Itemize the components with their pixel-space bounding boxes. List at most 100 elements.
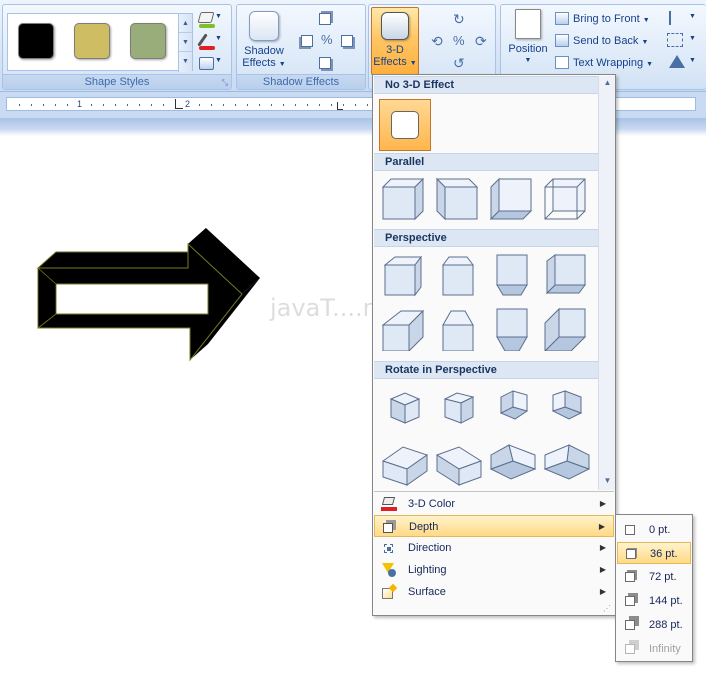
group-icon[interactable]: [667, 33, 683, 47]
rotate-cube-3-icon: [499, 390, 529, 420]
3d-effects-button[interactable]: 3-D Effects ▼: [371, 7, 419, 75]
menu-lighting[interactable]: Lighting ▶: [374, 559, 614, 581]
nudge-shadow-left-icon[interactable]: [301, 35, 313, 47]
resize-grip-icon[interactable]: ⋰: [603, 604, 611, 613]
depth-0pt[interactable]: 0 pt.: [617, 519, 691, 541]
shape-fill-button[interactable]: ▼: [197, 11, 222, 31]
paint-bucket-icon: [381, 497, 397, 511]
rotate-option-5[interactable]: [379, 437, 429, 486]
dialog-launcher-icon[interactable]: ⤡: [222, 78, 228, 88]
rotate-option-8[interactable]: [541, 437, 591, 485]
gallery-down-icon[interactable]: ▼: [179, 33, 192, 52]
shape-outline-button[interactable]: ▼: [197, 33, 222, 53]
perspective-header: Perspective: [374, 229, 598, 247]
ruler-number: 1: [77, 99, 83, 109]
depth-submenu: 0 pt. 36 pt. 72 pt. 144 pt. 288 pt. Infi…: [615, 514, 693, 662]
tilt-down-icon[interactable]: ↺: [453, 55, 465, 72]
perspective-option-7[interactable]: [487, 305, 535, 353]
tab-stop-marker[interactable]: [175, 99, 183, 109]
3d-effects-icon: [381, 12, 409, 40]
depth-288-icon: [625, 620, 635, 630]
scroll-down-icon[interactable]: ▼: [599, 476, 616, 488]
gallery-up-icon[interactable]: ▲: [179, 14, 192, 33]
depth-infinity: Infinity: [617, 638, 691, 660]
menu-direction[interactable]: Direction ▶: [374, 537, 614, 559]
shape-styles-group: ▲ ▼ ▼ ▼ ▼ ▼ Shape Styles ⤡: [2, 4, 232, 90]
change-shape-button[interactable]: ▼: [197, 55, 222, 75]
rotate-option-1[interactable]: [379, 383, 427, 431]
depth-72pt[interactable]: 72 pt.: [617, 566, 691, 588]
perspective-cube-3-icon: [496, 254, 528, 296]
shadow-effects-group: Shadow Effects ▼ % Shadow Effects: [236, 4, 366, 90]
align-icon[interactable]: [669, 11, 683, 25]
rotate-cube-7-icon: [489, 444, 537, 480]
perspective-option-2[interactable]: [433, 251, 481, 299]
perspective-cube-7-icon: [496, 308, 528, 351]
rotate-cube-1-icon: [389, 392, 421, 424]
rotate-option-3[interactable]: [487, 383, 535, 431]
depth-36pt[interactable]: 36 pt.: [617, 542, 691, 564]
3d-arrow-shape[interactable]: [30, 222, 270, 362]
shape-style-black[interactable]: [18, 23, 54, 59]
text-wrapping-icon: [555, 56, 569, 69]
nudge-shadow-up-icon[interactable]: [319, 13, 331, 25]
position-button[interactable]: Position ▼: [505, 9, 551, 67]
depth-288pt[interactable]: 288 pt.: [617, 614, 691, 636]
tilt-left-icon[interactable]: ⟲: [431, 33, 443, 50]
shadow-toggle-icon[interactable]: %: [321, 33, 335, 47]
tilt-up-icon[interactable]: ↻: [453, 11, 465, 28]
send-to-back-icon: [555, 34, 569, 47]
surface-icon: [381, 583, 398, 599]
nudge-shadow-right-icon[interactable]: [341, 35, 353, 47]
3d-effects-label-1: 3-D: [386, 44, 404, 56]
ruler-number: 2: [185, 99, 191, 109]
gallery-scrollbar[interactable]: ▲ ▼ ▼: [178, 14, 192, 72]
submenu-arrow-icon: ▶: [599, 565, 606, 574]
perspective-cube-5-icon: [381, 309, 425, 351]
menu-surface[interactable]: Surface ▶: [374, 581, 614, 603]
parallel-option-2[interactable]: [433, 175, 481, 223]
perspective-option-3[interactable]: [487, 251, 535, 299]
rotate-option-7[interactable]: [487, 437, 537, 485]
3d-effects-label-2: Effects: [373, 56, 407, 68]
rotate-option-6[interactable]: [433, 437, 483, 486]
nudge-shadow-down-icon[interactable]: [319, 57, 331, 69]
rotate-cube-8-icon: [543, 444, 591, 480]
3d-toggle-icon[interactable]: %: [453, 33, 465, 48]
bring-to-front-button[interactable]: Bring to Front ▼: [553, 9, 665, 29]
shadow-effects-button[interactable]: Shadow Effects ▼: [241, 11, 287, 71]
tilt-right-icon[interactable]: ⟳: [475, 33, 487, 50]
perspective-option-5[interactable]: [379, 305, 427, 353]
indent-marker[interactable]: [337, 102, 343, 110]
gallery-more-icon[interactable]: ▼: [179, 52, 192, 71]
parallel-cube-3-icon: [489, 177, 533, 221]
bring-to-front-label: Bring to Front: [573, 13, 640, 25]
position-icon: [515, 9, 541, 39]
perspective-option-8[interactable]: [541, 305, 589, 353]
menu-3d-color[interactable]: 3-D Color ▶: [374, 493, 614, 515]
menu-depth[interactable]: Depth ▶: [374, 515, 614, 537]
gallery-vertical-scrollbar[interactable]: ▲ ▼: [598, 76, 615, 490]
no-3d-effect-option[interactable]: [379, 99, 431, 151]
depth-144pt[interactable]: 144 pt.: [617, 590, 691, 612]
rotate-icon[interactable]: [669, 55, 685, 68]
parallel-option-3[interactable]: [487, 175, 535, 223]
shape-style-gold[interactable]: [74, 23, 110, 59]
perspective-cube-1-icon: [383, 255, 422, 297]
scroll-up-icon[interactable]: ▲: [599, 78, 616, 90]
perspective-option-4[interactable]: [541, 251, 589, 299]
parallel-cube-1-icon: [381, 177, 425, 221]
submenu-arrow-icon: ▶: [598, 522, 605, 531]
perspective-option-1[interactable]: [379, 251, 427, 299]
parallel-option-1[interactable]: [379, 175, 427, 223]
perspective-cube-8-icon: [544, 307, 587, 351]
perspective-option-6[interactable]: [433, 305, 481, 353]
rotate-option-4[interactable]: [541, 383, 589, 431]
parallel-option-4[interactable]: [541, 175, 589, 223]
3d-effects-dropdown: No 3-D Effect Parallel Perspective Rotat…: [372, 74, 616, 616]
text-wrapping-button[interactable]: Text Wrapping ▼: [553, 53, 665, 73]
rotate-option-2[interactable]: [433, 383, 481, 431]
depth-144-icon: [625, 596, 635, 606]
shape-style-green[interactable]: [130, 23, 166, 59]
send-to-back-button[interactable]: Send to Back ▼: [553, 31, 665, 51]
